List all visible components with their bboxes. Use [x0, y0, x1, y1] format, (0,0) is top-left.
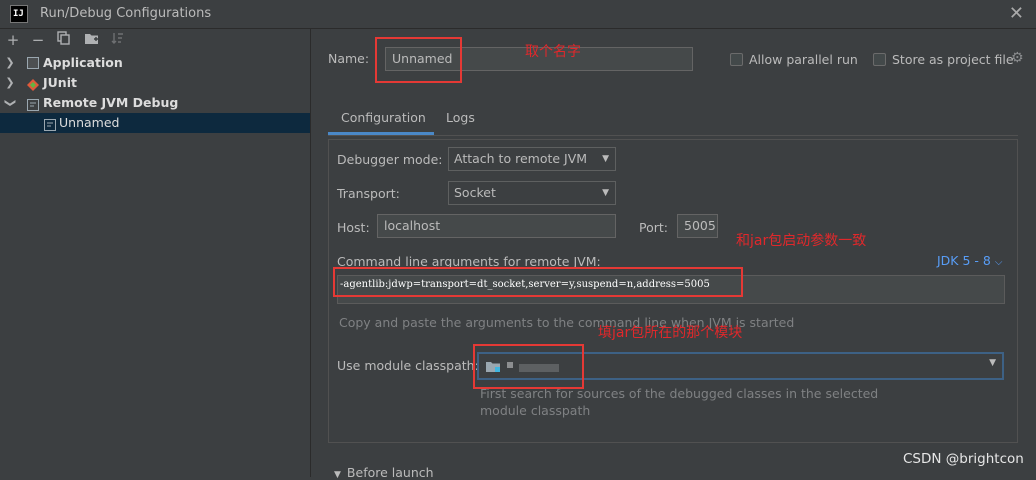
gear-icon[interactable]: ⚙: [1011, 50, 1024, 66]
annotation-name-text: 取个名字: [525, 44, 581, 60]
chevron-down-icon: ▼: [989, 358, 996, 368]
transport-select[interactable]: Socket ▼: [448, 181, 616, 205]
annotation-box-module: [473, 344, 584, 389]
annotation-box-cmd: [333, 267, 743, 297]
window-title: Run/Debug Configurations: [40, 6, 212, 21]
active-tab-indicator: [328, 132, 434, 135]
tree-item-junit[interactable]: ❯ JUnit: [0, 73, 310, 93]
tree-item-label: Application: [43, 55, 123, 70]
before-launch-label: Before launch: [346, 465, 434, 480]
title-bar: IJ Run/Debug Configurations ✕: [0, 0, 1036, 29]
chevron-down-icon: ▼: [602, 154, 609, 164]
chevron-right-icon[interactable]: ❯: [4, 53, 16, 73]
add-icon[interactable]: +: [4, 31, 22, 49]
chevron-down-icon: ▼: [334, 470, 341, 480]
chevron-right-icon[interactable]: ❯: [4, 73, 16, 93]
remove-icon[interactable]: −: [29, 31, 47, 49]
module-classpath-label: Use module classpath:: [337, 358, 479, 373]
port-input[interactable]: 5005: [677, 214, 718, 238]
chevron-down-icon[interactable]: ❯: [0, 97, 20, 109]
application-icon: [27, 57, 39, 69]
before-launch-section[interactable]: ▼ Before launch: [334, 465, 434, 480]
jdk-version-link[interactable]: JDK 5 - 8 ⌵: [937, 253, 1002, 268]
junit-icon: [27, 77, 39, 91]
tree-toolbar: + −: [0, 29, 310, 53]
allow-parallel-label: Allow parallel run: [749, 52, 858, 67]
tree-item-application[interactable]: ❯ Application: [0, 53, 310, 73]
host-input[interactable]: localhost: [377, 214, 616, 238]
chevron-down-icon: ▼: [602, 188, 609, 198]
jdk-version-text: JDK 5 - 8: [937, 253, 991, 268]
allow-parallel-checkbox[interactable]: [730, 53, 743, 66]
tab-logs[interactable]: Logs: [446, 110, 475, 125]
annotation-cmd-text: 和jar包启动参数一致: [736, 233, 867, 249]
remote-debug-icon: [44, 117, 56, 131]
config-tabs: Configuration Logs: [328, 105, 1018, 136]
close-icon[interactable]: ✕: [1009, 3, 1024, 24]
debugger-mode-label: Debugger mode:: [337, 152, 443, 167]
tree-item-label: Remote JVM Debug: [43, 95, 179, 110]
sort-icon[interactable]: [108, 31, 126, 49]
tree-item-remote-jvm-debug[interactable]: ❯ Remote JVM Debug: [0, 93, 310, 113]
tree-item-label: Unnamed: [59, 115, 120, 130]
debugger-mode-select[interactable]: Attach to remote JVM ▼: [448, 147, 616, 171]
tree-item-label: JUnit: [43, 75, 77, 90]
transport-value: Socket: [454, 185, 496, 200]
transport-label: Transport:: [337, 186, 400, 201]
store-project-file-checkbox[interactable]: [873, 53, 886, 66]
debugger-mode-value: Attach to remote JVM: [454, 151, 588, 166]
folder-icon[interactable]: [82, 31, 100, 49]
annotation-module-text: 填jar包所在的那个模块: [598, 325, 743, 341]
store-project-file-label: Store as project file: [892, 52, 1014, 67]
remote-debug-icon: [27, 97, 39, 111]
chevron-down-icon: ⌵: [994, 257, 1003, 268]
tab-configuration[interactable]: Configuration: [341, 110, 426, 125]
configurations-tree-pane: + − ❯ Application ❯ JUnit ❯ Remote JVM D…: [0, 29, 311, 477]
intellij-logo-icon: IJ: [10, 5, 28, 23]
module-hint-line2: module classpath: [480, 403, 591, 418]
host-label: Host:: [337, 220, 370, 235]
watermark: CSDN @brightcon: [903, 451, 1024, 467]
name-label: Name:: [328, 51, 370, 66]
port-label: Port:: [639, 220, 668, 235]
annotation-box-name: [375, 37, 462, 83]
copy-icon[interactable]: [55, 31, 73, 49]
tree-item-unnamed[interactable]: Unnamed: [0, 113, 310, 133]
